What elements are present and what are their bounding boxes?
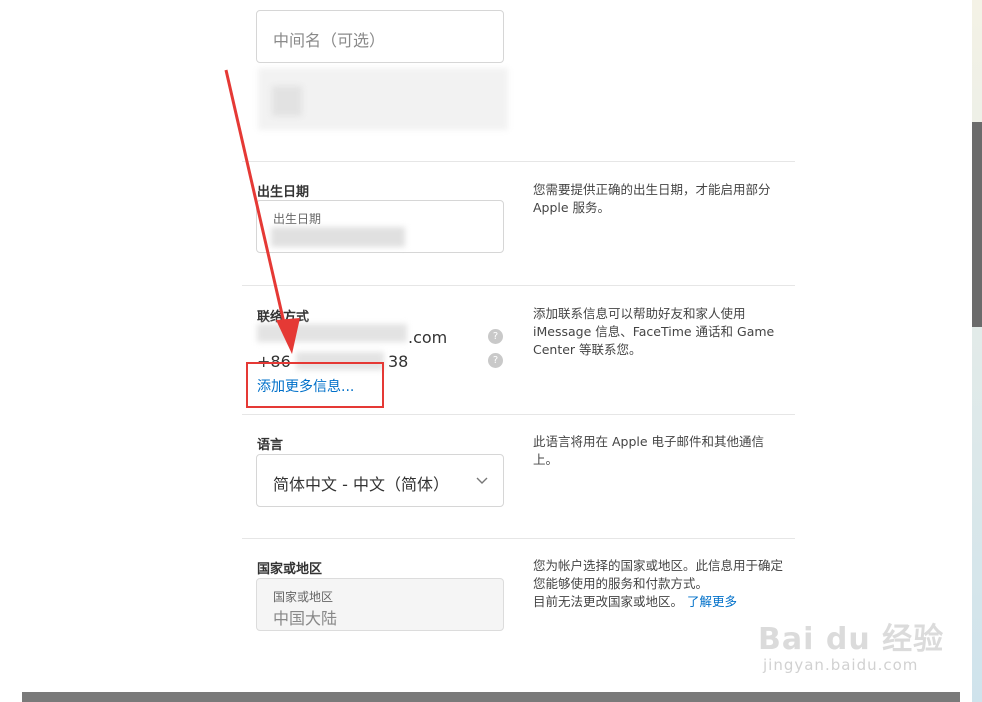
watermark-brand: Bai du 经验 [758, 622, 945, 657]
watermark-url: jingyan.baidu.com [763, 656, 919, 674]
watermark-logo: Bai du 经验 [758, 614, 944, 658]
annotation-arrow [224, 69, 300, 354]
